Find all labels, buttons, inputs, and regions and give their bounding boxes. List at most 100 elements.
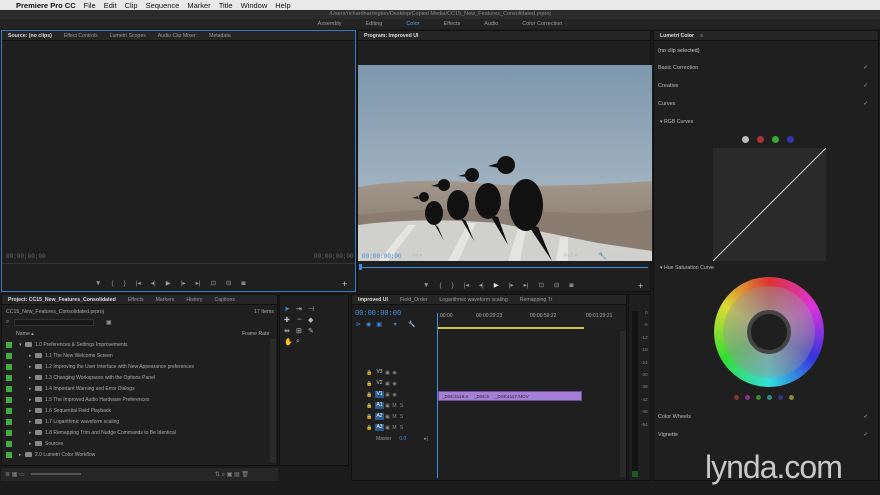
- lock-icon[interactable]: 🔒: [366, 425, 373, 431]
- zoom-slider[interactable]: [31, 473, 81, 475]
- preset-red-icon[interactable]: [734, 395, 739, 400]
- project-actions-icons[interactable]: ⇅ ⌕ ▣ ▤ 🗑: [215, 471, 249, 479]
- list-item[interactable]: ▾ 1.0 Preferences & Settings Improvements: [2, 339, 272, 350]
- sync-icon[interactable]: ▣: [384, 414, 391, 420]
- selection-tool-icon[interactable]: ➤: [284, 305, 296, 313]
- list-item[interactable]: ▸ 1.2 Improving the User Interface with N…: [2, 361, 272, 372]
- menu-marker[interactable]: Marker: [187, 1, 210, 10]
- fit-dropdown[interactable]: Fit ▾: [412, 253, 422, 259]
- tab-program[interactable]: Program: Improved UI: [358, 33, 424, 39]
- tab-lumetri-color[interactable]: Lumetri Color: [654, 33, 700, 39]
- slip-tool-icon[interactable]: ⇹: [284, 327, 296, 335]
- out-point-icon[interactable]: }: [452, 282, 454, 289]
- list-item[interactable]: ▸ 1.6 Sequential Field Playback: [2, 405, 272, 416]
- menu-file[interactable]: File: [84, 1, 96, 10]
- in-point-icon[interactable]: {: [111, 280, 113, 287]
- source-scrubber[interactable]: [2, 263, 355, 264]
- slide-tool-icon[interactable]: ⊞: [296, 327, 308, 335]
- razor-tool-icon[interactable]: ◆: [308, 316, 320, 324]
- menu-edit[interactable]: Edit: [104, 1, 117, 10]
- preset-yellow-icon[interactable]: [789, 395, 794, 400]
- lock-icon[interactable]: 🔒: [366, 403, 373, 409]
- lock-icon[interactable]: 🔒: [366, 381, 373, 387]
- workspace-effects[interactable]: Effects: [443, 21, 460, 27]
- workspace-audio[interactable]: Audio: [484, 21, 498, 27]
- hand-tool-icon[interactable]: ✋: [284, 338, 296, 346]
- timeline-scrollbar[interactable]: [620, 331, 626, 477]
- list-item[interactable]: ▸ 1.8 Remapping Trim and Nudge Commands t…: [2, 427, 272, 438]
- go-to-in-icon[interactable]: |◂: [464, 281, 469, 289]
- list-item[interactable]: ▸ 1.7 Logarithmic waveform scaling: [2, 416, 272, 427]
- sync-icon[interactable]: ▣: [384, 370, 391, 376]
- track-target[interactable]: A2: [375, 413, 384, 420]
- go-to-in-icon[interactable]: |◂: [136, 279, 141, 287]
- clip-name[interactable]: _DSC4117.MOV: [495, 394, 529, 399]
- panel-menu-icon[interactable]: ≡: [700, 33, 703, 39]
- v1-clips[interactable]: _DSC4116.4 _DSC4 _DSC4117.MOV: [438, 391, 582, 401]
- section-color-wheels[interactable]: Color Wheels ✓: [654, 414, 872, 420]
- timeline-toolbar-icons[interactable]: ⊳◉▣ ▾ 🔧: [356, 321, 421, 328]
- track-target[interactable]: A3: [375, 424, 384, 431]
- lift-icon[interactable]: ⊡: [539, 281, 544, 289]
- list-item[interactable]: ▸ 1.4 Important Warning and Error Dialogs: [2, 383, 272, 394]
- tab-audio-clip-mixer[interactable]: Audio Clip Mixer:: [152, 33, 203, 39]
- solo-icon[interactable]: S: [398, 403, 405, 409]
- tab-markers[interactable]: Markers: [150, 297, 181, 303]
- rate-stretch-tool-icon[interactable]: ⇔: [296, 316, 308, 324]
- menu-window[interactable]: Window: [241, 1, 268, 10]
- marker-icon[interactable]: ▼: [95, 280, 101, 287]
- hue-sat-header[interactable]: ▾ Hue Saturation Curve: [660, 265, 714, 271]
- sync-icon[interactable]: ▣: [384, 392, 391, 398]
- rgb-curve-graph[interactable]: [712, 147, 827, 262]
- mute-icon[interactable]: M: [391, 425, 398, 431]
- search-input[interactable]: [14, 319, 94, 326]
- list-item[interactable]: ▸ 1.1 The New Welcome Screen: [2, 350, 272, 361]
- track-target[interactable]: V3: [375, 369, 384, 376]
- tab-improved-ui[interactable]: Improved UI: [352, 297, 394, 303]
- eye-icon[interactable]: ◉: [391, 392, 398, 398]
- work-area-bar[interactable]: [438, 327, 584, 329]
- eye-icon[interactable]: ◉: [391, 370, 398, 376]
- step-forward-icon[interactable]: |▸: [509, 281, 514, 289]
- time-ruler[interactable]: 00:00 00:00:29:23 00:00:59:22 00:01:29:2…: [438, 311, 626, 329]
- zoom-tool-icon[interactable]: ⌕: [296, 338, 308, 346]
- workspace-assembly[interactable]: Assembly: [318, 21, 342, 27]
- column-name[interactable]: Name ▴: [16, 331, 34, 337]
- preset-magenta-icon[interactable]: [745, 395, 750, 400]
- tab-log-waveform[interactable]: Logarithmic waveform scaling: [433, 297, 513, 303]
- eye-icon[interactable]: ◉: [391, 381, 398, 387]
- checkbox-icon[interactable]: ✓: [863, 101, 868, 107]
- out-point-icon[interactable]: }: [124, 280, 126, 287]
- tab-history[interactable]: History: [180, 297, 208, 303]
- mute-icon[interactable]: M: [391, 414, 398, 420]
- step-forward-icon[interactable]: |▸: [181, 279, 186, 287]
- tab-project[interactable]: Project: CC15_New_Features_Consolidated: [2, 297, 122, 303]
- solo-icon[interactable]: S: [398, 414, 405, 420]
- overwrite-icon[interactable]: ⊟: [226, 279, 231, 287]
- preset-green-icon[interactable]: [756, 395, 761, 400]
- list-item[interactable]: ▸ 2.0 Lumetri Color Workflow: [2, 449, 272, 460]
- export-frame-icon[interactable]: ◙: [242, 280, 246, 287]
- preset-blue-icon[interactable]: [778, 395, 783, 400]
- section-curves[interactable]: Curves ✓: [654, 101, 872, 107]
- pen-tool-icon[interactable]: ✎: [308, 327, 320, 335]
- play-icon[interactable]: ▶: [494, 281, 499, 289]
- in-point-icon[interactable]: {: [439, 282, 441, 289]
- quality-dropdown[interactable]: Full ▾: [564, 253, 577, 259]
- lock-icon[interactable]: 🔒: [366, 370, 373, 376]
- add-button-icon[interactable]: +: [638, 281, 643, 291]
- section-basic-correction[interactable]: Basic Correction ✓: [654, 65, 872, 71]
- tab-effects[interactable]: Effects: [122, 297, 150, 303]
- new-bin-icon[interactable]: ▣: [106, 319, 112, 326]
- export-frame-icon[interactable]: ◙: [570, 282, 574, 289]
- mute-icon[interactable]: M: [391, 403, 398, 409]
- add-button-icon[interactable]: +: [342, 279, 347, 289]
- list-item[interactable]: ▸ Sources: [2, 438, 272, 449]
- lock-icon[interactable]: 🔒: [366, 414, 373, 420]
- tab-effect-controls[interactable]: Effect Controls: [58, 33, 104, 39]
- checkbox-icon[interactable]: ✓: [863, 65, 868, 71]
- solo-icon[interactable]: S: [398, 425, 405, 431]
- step-back-icon[interactable]: ◂|: [479, 281, 484, 289]
- step-back-icon[interactable]: ◂|: [151, 279, 156, 287]
- track-target[interactable]: V2: [375, 380, 384, 387]
